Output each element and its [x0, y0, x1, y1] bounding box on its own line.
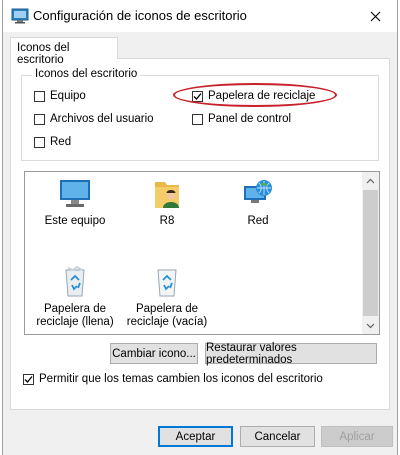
window-title: Configuración de iconos de escritorio	[33, 8, 247, 23]
chevron-up-icon	[366, 178, 375, 183]
vertical-scrollbar[interactable]	[362, 172, 379, 334]
scroll-thumb[interactable]	[363, 190, 378, 316]
checkbox-label: Archivos del usuario	[50, 113, 154, 125]
network-icon	[244, 180, 272, 203]
checkbox-label: Permitir que los temas cambien los icono…	[39, 373, 323, 385]
title-bar: Configuración de iconos de escritorio	[3, 0, 397, 32]
icon-item-red[interactable]: Red	[213, 178, 303, 228]
checkbox-panel-control[interactable]: Panel de control	[192, 113, 291, 125]
checkbox-red[interactable]: Red	[34, 136, 71, 148]
icon-label-line2: reciclaje (vacía)	[126, 316, 208, 328]
recycle-bin-empty-icon	[157, 269, 177, 297]
cancel-button[interactable]: Cancelar	[240, 426, 315, 447]
close-button[interactable]	[353, 0, 397, 32]
checkbox-label: Equipo	[50, 90, 86, 102]
icon-item-r8[interactable]: R8	[122, 178, 212, 228]
checkbox-box[interactable]	[23, 373, 34, 385]
icon-label-line1: Papelera de	[135, 303, 199, 315]
apply-button[interactable]: Aplicar	[321, 426, 393, 447]
checkbox-archivos-usuario[interactable]: Archivos del usuario	[34, 113, 154, 125]
icon-label: R8	[159, 215, 175, 227]
checkmark-icon	[24, 375, 33, 383]
icon-item-este-equipo[interactable]: Este equipo	[30, 178, 120, 228]
scroll-down-button[interactable]	[362, 317, 379, 334]
groupbox-label: Iconos del escritorio	[32, 68, 141, 80]
highlight-ellipse	[173, 83, 337, 107]
restore-defaults-button[interactable]: Restaurar valores predeterminados	[205, 342, 377, 366]
ok-button[interactable]: Aceptar	[158, 426, 233, 447]
checkbox-box[interactable]	[34, 136, 45, 148]
icon-label-line1: Papelera de	[43, 303, 107, 315]
scroll-up-button[interactable]	[362, 172, 379, 189]
icon-label: Este equipo	[44, 215, 106, 227]
icon-label: Red	[247, 215, 269, 227]
icon-item-papelera-vacia[interactable]: Papelera de reciclaje (vacía)	[122, 264, 212, 329]
desktop-icon-settings-dialog: Configuración de iconos de escritorio Ic…	[2, 0, 398, 455]
checkbox-box[interactable]	[192, 113, 203, 125]
checkbox-label: Panel de control	[208, 113, 292, 125]
tab-panel: Iconos del escritorio Equipo Papelera de…	[10, 58, 390, 410]
computer-icon	[60, 180, 90, 207]
icon-label-line2: reciclaje (llena)	[36, 316, 114, 328]
checkbox-label: Red	[50, 136, 72, 148]
icon-item-papelera-llena[interactable]: Papelera de reciclaje (llena)	[30, 264, 120, 329]
checkbox-allow-themes[interactable]: Permitir que los temas cambien los icono…	[23, 373, 323, 385]
change-icon-button[interactable]: Cambiar icono...	[110, 343, 198, 364]
settings-window-icon	[11, 8, 29, 24]
close-icon	[370, 11, 380, 21]
recycle-bin-full-icon	[65, 265, 85, 297]
icon-list[interactable]: Este equipo R8 Red Papelera de reciclaje…	[24, 171, 380, 335]
checkbox-box[interactable]	[34, 90, 45, 102]
chevron-down-icon	[366, 323, 375, 328]
user-folder-icon	[155, 182, 179, 208]
checkbox-equipo[interactable]: Equipo	[34, 90, 86, 102]
tab-desktop-icons[interactable]: Iconos del escritorio	[10, 37, 118, 66]
checkbox-box[interactable]	[34, 113, 45, 125]
